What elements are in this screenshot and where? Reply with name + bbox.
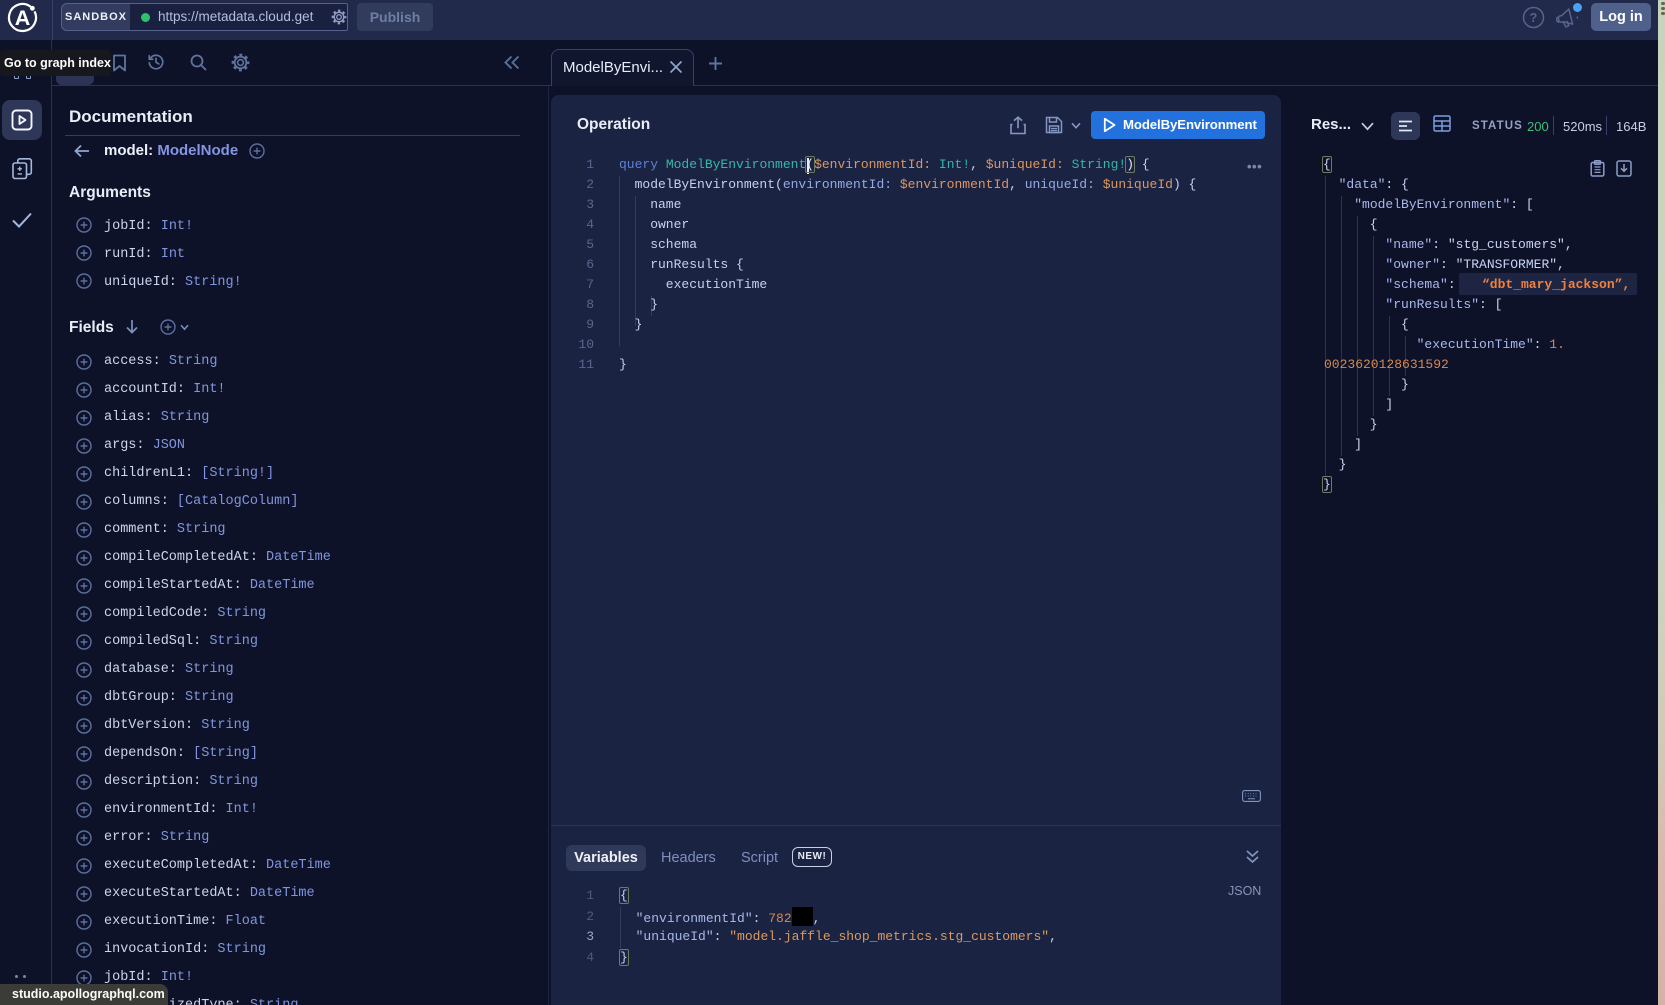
svg-text:A: A: [15, 6, 31, 30]
svg-text:?: ?: [1530, 11, 1538, 25]
